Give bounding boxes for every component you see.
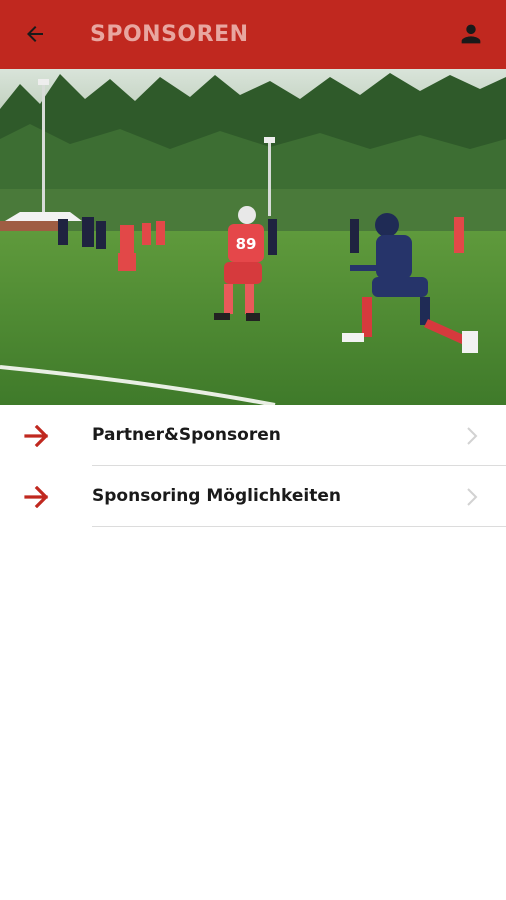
hero-image: 89	[0, 69, 506, 405]
football-field-image: 89	[0, 69, 506, 405]
arrow-left-icon	[27, 26, 43, 42]
arrow-right-icon	[24, 425, 49, 447]
sponsor-menu-list: Partner&Sponsoren Sponsoring Möglichkeit…	[0, 405, 506, 527]
profile-button[interactable]	[454, 17, 488, 51]
divider	[92, 526, 506, 527]
menu-item-label: Sponsoring Möglichkeiten	[92, 486, 341, 506]
person-icon	[461, 24, 481, 44]
chevron-right-icon	[467, 427, 478, 445]
page-title: SPONSOREN	[90, 22, 249, 47]
back-button[interactable]	[18, 17, 52, 51]
arrow-right-icon	[24, 486, 49, 508]
menu-item-label: Partner&Sponsoren	[92, 425, 281, 445]
menu-item-sponsoring-moeglichkeiten[interactable]: Sponsoring Möglichkeiten	[0, 466, 506, 527]
player-number: 89	[236, 235, 257, 253]
menu-item-partner-sponsoren[interactable]: Partner&Sponsoren	[0, 405, 506, 466]
chevron-right-icon	[467, 488, 478, 506]
app-bar: SPONSOREN	[0, 0, 506, 69]
